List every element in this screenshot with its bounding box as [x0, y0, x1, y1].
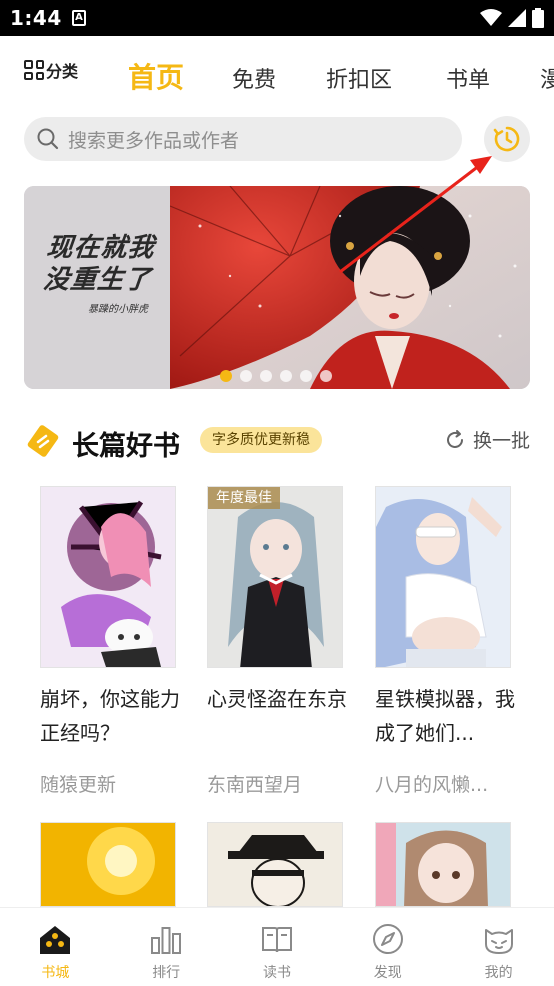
search-placeholder: 搜索更多作品或作者	[68, 129, 240, 152]
pager-dot[interactable]	[280, 370, 292, 382]
cover-illustration	[208, 487, 342, 667]
bookstore-icon	[40, 926, 71, 954]
pager-dot[interactable]	[240, 370, 252, 382]
book-title: 心灵怪盗在东京	[207, 687, 347, 711]
wifi-icon	[480, 9, 502, 26]
book-cover[interactable]	[40, 822, 176, 907]
top-nav: 分类 首页 免费 折扣区 书单 漫	[0, 50, 554, 106]
refresh-button[interactable]: 换一批	[443, 426, 530, 453]
book-cover[interactable]	[375, 486, 511, 668]
book-author: 东南西望月	[207, 774, 303, 796]
banner-text-panel: 现在就我 没重生了 暴躁的小胖虎	[24, 186, 170, 389]
book-title: 崩坏，你这能力正经吗？	[40, 687, 180, 745]
clock-history-icon	[493, 126, 520, 152]
grid-icon	[24, 60, 44, 80]
refresh-label: 换一批	[472, 430, 530, 452]
tab-booklist[interactable]: 书单	[446, 62, 490, 94]
nav-ranking[interactable]: 排行	[111, 908, 222, 986]
category-label: 分类	[46, 62, 79, 81]
nav-profile[interactable]: 我的	[443, 908, 554, 986]
tab-free[interactable]: 免费	[232, 62, 276, 94]
cover-badge: 年度最佳	[208, 487, 280, 509]
search-icon	[37, 128, 59, 150]
section-header: 长篇好书 字多质优更新稳 换一批	[24, 420, 530, 464]
battery-icon	[532, 8, 544, 28]
nav-label: 发现	[373, 965, 402, 981]
pencil-tag-icon	[27, 425, 59, 457]
nav-discover[interactable]: 发现	[332, 908, 443, 986]
pager-dot[interactable]	[220, 370, 232, 382]
signal-icon	[508, 9, 526, 27]
bottom-nav: 书城 排行 读书 发现 我的	[0, 907, 554, 986]
cat-face-icon	[484, 929, 513, 954]
compass-icon	[372, 924, 403, 954]
ranking-icon	[151, 927, 182, 954]
book-author: 随猿更新	[40, 774, 117, 796]
cover-illustration	[376, 487, 510, 667]
book-cover[interactable]	[207, 822, 343, 907]
banner-illustration	[170, 186, 530, 389]
status-bar: 1:44 A	[0, 0, 554, 36]
tab-comics[interactable]: 漫	[540, 62, 554, 94]
book-author: 八月的风懒...	[375, 774, 489, 796]
search-input[interactable]: 搜索更多作品或作者	[24, 117, 462, 161]
book-cover[interactable]	[40, 486, 176, 668]
nav-reading[interactable]: 读书	[222, 908, 333, 986]
book-open-icon	[261, 927, 292, 953]
cover-illustration	[376, 823, 510, 906]
banner-author: 暴躁的小胖虎	[88, 304, 148, 315]
tab-discount[interactable]: 折扣区	[326, 62, 392, 94]
nav-bookstore[interactable]: 书城	[0, 908, 111, 986]
nav-label: 读书	[262, 965, 291, 981]
cover-illustration	[41, 823, 175, 906]
notification-icon: A	[72, 10, 86, 26]
category-button[interactable]: 分类	[24, 58, 78, 82]
pager-dot[interactable]	[320, 370, 332, 382]
banner-headline-2: 没重生了	[41, 265, 153, 295]
banner-pager	[220, 370, 332, 382]
book-title: 星铁模拟器，我成了她们...	[375, 687, 515, 745]
cover-illustration	[41, 487, 175, 667]
nav-label: 排行	[152, 965, 181, 981]
status-time: 1:44	[10, 6, 62, 30]
reading-history-button[interactable]	[484, 116, 530, 162]
pager-dot[interactable]	[300, 370, 312, 382]
tab-home[interactable]: 首页	[128, 56, 184, 96]
promo-banner[interactable]: 现在就我 没重生了 暴躁的小胖虎	[24, 186, 530, 389]
section-title: 长篇好书	[72, 431, 180, 462]
refresh-icon	[447, 429, 463, 448]
nav-label: 书城	[41, 965, 70, 981]
nav-label: 我的	[484, 965, 513, 981]
book-cover[interactable]: 年度最佳	[207, 486, 343, 668]
cover-illustration	[208, 823, 342, 906]
pager-dot[interactable]	[260, 370, 272, 382]
banner-headline-1: 现在就我	[45, 233, 157, 263]
book-cover[interactable]	[375, 822, 511, 907]
section-tag: 字多质优更新稳	[200, 427, 322, 453]
